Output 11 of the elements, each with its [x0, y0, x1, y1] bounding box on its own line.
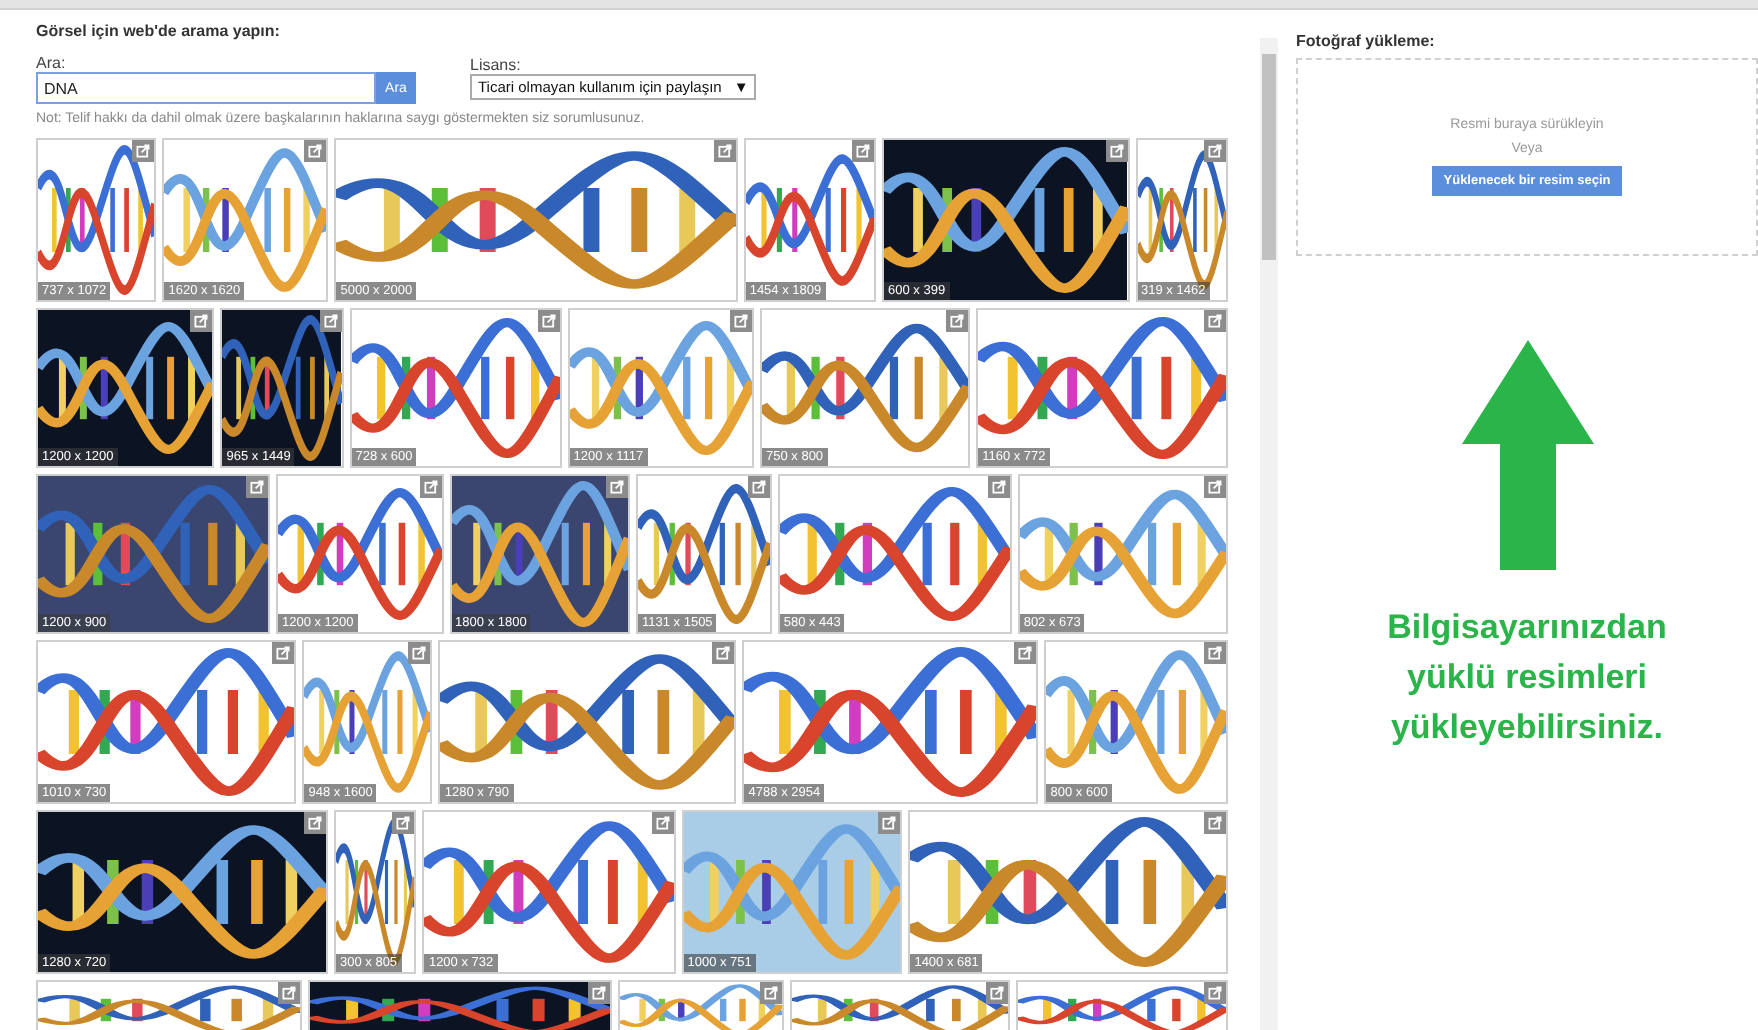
upload-title: Fotoğraf yükleme:	[1296, 32, 1437, 50]
search-label: Ara:	[36, 54, 68, 72]
external-link-icon[interactable]	[1105, 140, 1128, 162]
search-field[interactable]: DNA	[36, 72, 376, 104]
external-link-icon[interactable]	[319, 310, 342, 332]
up-arrow-icon	[1461, 340, 1593, 570]
license-label: Lisans:	[470, 56, 523, 74]
scrollbar[interactable]	[1260, 38, 1278, 1030]
external-link-icon[interactable]	[245, 476, 268, 498]
search-heading: Görsel için web'de arama yapın:	[36, 22, 282, 40]
callout-text: Bilgisayarınızdan yüklü resimleri yükleyebilirsiniz.	[1387, 606, 1667, 750]
